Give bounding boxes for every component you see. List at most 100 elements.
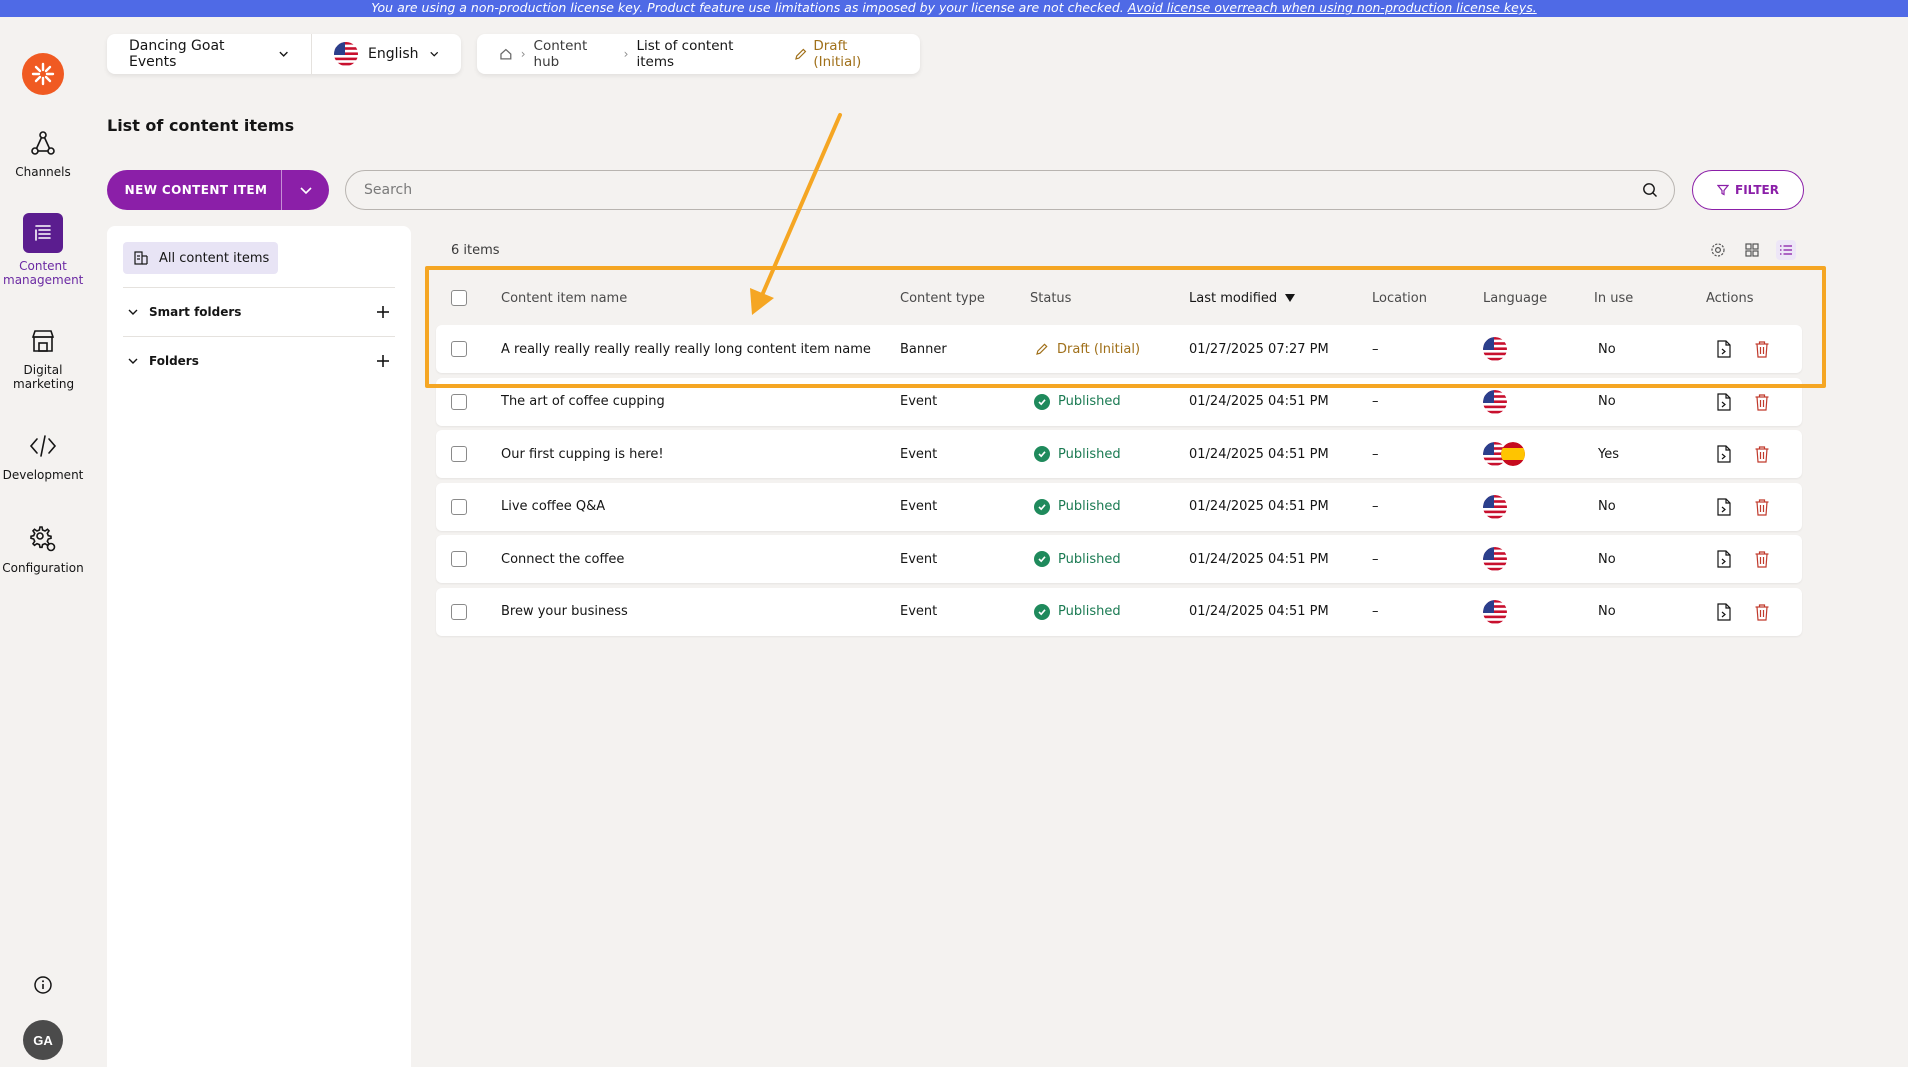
row-actions (1716, 378, 1770, 426)
content-item-name[interactable]: A really really really really really lon… (501, 325, 871, 373)
view-document-icon[interactable] (1716, 550, 1732, 568)
grid-view-icon[interactable] (1742, 240, 1762, 260)
us-flag-icon (1483, 389, 1507, 414)
status-badge: Published (1034, 430, 1121, 478)
in-use: No (1598, 551, 1616, 567)
published-check-icon (1034, 393, 1050, 410)
row-checkbox[interactable] (451, 603, 467, 620)
header-location[interactable]: Location (1372, 280, 1427, 316)
location: – (1372, 499, 1379, 514)
table-row[interactable]: Brew your business Event Published 01/24… (436, 587, 1802, 636)
nav-item-content-management[interactable]: Content management (0, 213, 86, 287)
header-language[interactable]: Language (1483, 280, 1547, 316)
list-view-icon[interactable] (1776, 240, 1796, 260)
new-content-item-button[interactable]: NEW CONTENT ITEM (107, 170, 329, 210)
row-checkbox[interactable] (451, 393, 467, 410)
user-avatar[interactable]: GA (23, 1020, 63, 1060)
status-label: Draft (Initial) (1057, 341, 1141, 357)
us-flag-icon (1483, 494, 1507, 519)
license-banner-link[interactable]: Avoid license overreach when using non-p… (1128, 0, 1537, 15)
channel-selector[interactable]: Dancing Goat Events (107, 34, 311, 74)
table-row[interactable]: The art of coffee cupping Event Publishe… (436, 377, 1802, 426)
home-icon[interactable] (499, 47, 513, 61)
nav-item-development[interactable]: Development (0, 430, 86, 482)
in-use: No (1598, 604, 1616, 619)
logo-icon (31, 62, 55, 86)
row-checkbox[interactable] (451, 498, 467, 515)
row-actions (1716, 483, 1770, 531)
table-row[interactable]: A really really really really really lon… (436, 325, 1802, 373)
left-nav-rail: Channels Content management Digital mark… (0, 17, 86, 1067)
last-modified: 01/24/2025 04:51 PM (1189, 394, 1329, 409)
search-input[interactable] (364, 182, 1642, 198)
content-item-name[interactable]: Live coffee Q&A (501, 483, 605, 531)
table-row[interactable]: Our first cupping is here! Event Publish… (436, 430, 1802, 478)
smart-folders-row[interactable]: Smart folders (123, 287, 395, 336)
content-type: Banner (900, 341, 947, 357)
content-type: Event (900, 604, 938, 619)
filter-button[interactable]: FILTER (1692, 170, 1804, 210)
delete-icon[interactable] (1754, 498, 1770, 516)
header-in-use[interactable]: In use (1594, 280, 1633, 316)
delete-icon[interactable] (1754, 603, 1770, 621)
folder-panel: All content items Smart folders Folders (107, 226, 411, 1067)
content-item-name[interactable]: Our first cupping is here! (501, 430, 664, 478)
select-all-checkbox[interactable] (451, 290, 467, 306)
chevron-right-icon: › (520, 47, 526, 61)
header-last-modified[interactable]: Last modified (1189, 280, 1296, 316)
header-actions: Actions (1706, 290, 1754, 306)
view-document-icon[interactable] (1716, 445, 1732, 463)
view-document-icon[interactable] (1716, 340, 1732, 358)
content-item-name[interactable]: Connect the coffee (501, 535, 624, 583)
language-selector[interactable]: English (311, 34, 461, 74)
location: – (1372, 394, 1379, 409)
last-modified: 01/24/2025 04:51 PM (1189, 604, 1329, 619)
context-switcher: Dancing Goat Events English (107, 34, 461, 74)
last-modified: 01/24/2025 04:51 PM (1189, 551, 1329, 567)
language-flags (1483, 389, 1527, 414)
us-flag-icon (1483, 599, 1507, 624)
view-document-icon[interactable] (1716, 497, 1732, 516)
nav-item-digital-marketing[interactable]: Digital marketing (0, 325, 86, 391)
chevron-down-icon[interactable] (127, 355, 139, 367)
app-logo[interactable] (22, 53, 64, 95)
pencil-icon (794, 48, 806, 60)
delete-icon[interactable] (1754, 550, 1770, 568)
new-content-item-dropdown[interactable] (281, 170, 329, 210)
header-status[interactable]: Status (1030, 280, 1071, 316)
table-row[interactable]: Connect the coffee Event Published 01/24… (436, 535, 1802, 583)
delete-icon[interactable] (1754, 340, 1770, 358)
content-item-name[interactable]: Brew your business (501, 588, 628, 636)
row-checkbox[interactable] (451, 446, 467, 462)
nav-item-configuration[interactable]: Configuration (0, 523, 86, 575)
filter-label: FILTER (1735, 183, 1779, 197)
breadcrumb-content-hub[interactable]: Content hub (534, 38, 616, 70)
row-checkbox[interactable] (451, 341, 467, 357)
header-type[interactable]: Content type (900, 280, 985, 316)
license-banner: You are using a non-production license k… (0, 0, 1908, 17)
view-document-icon[interactable] (1716, 602, 1732, 621)
content-item-name[interactable]: The art of coffee cupping (501, 378, 665, 426)
header-name[interactable]: Content item name (501, 280, 627, 316)
last-modified: 01/27/2025 07:27 PM (1189, 341, 1329, 357)
delete-icon[interactable] (1754, 393, 1770, 411)
info-icon[interactable] (33, 975, 53, 995)
add-smart-folder-icon[interactable] (375, 304, 391, 320)
content-type: Event (900, 499, 938, 514)
folders-row[interactable]: Folders (123, 336, 395, 385)
status-label: Published (1058, 446, 1121, 462)
view-document-icon[interactable] (1716, 392, 1732, 411)
table-row[interactable]: Live coffee Q&A Event Published 01/24/20… (436, 482, 1802, 531)
column-settings-icon[interactable] (1708, 240, 1728, 260)
chevron-down-icon[interactable] (127, 306, 139, 318)
all-content-items-folder[interactable]: All content items (123, 242, 278, 274)
nav-item-channels[interactable]: Channels (0, 127, 86, 179)
row-checkbox[interactable] (451, 551, 467, 567)
nav-label-configuration: Configuration (2, 561, 84, 575)
add-folder-icon[interactable] (375, 353, 391, 369)
folders-label: Folders (149, 354, 199, 368)
delete-icon[interactable] (1754, 445, 1770, 463)
search-icon[interactable] (1642, 182, 1658, 198)
content-type: Event (900, 446, 938, 462)
view-switcher (1708, 240, 1796, 260)
